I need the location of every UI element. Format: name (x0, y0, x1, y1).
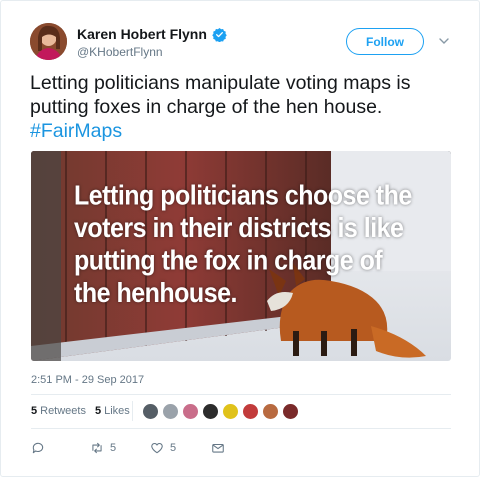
likes-stat[interactable]: 5 Likes (95, 405, 130, 417)
divider (31, 428, 451, 429)
liker-avatar[interactable] (242, 403, 259, 420)
direct-message-action[interactable] (211, 441, 225, 455)
engagement-stats: 5 Retweets 5 Likes (31, 405, 139, 417)
tweet-text: Letting politicians manipulate voting ma… (30, 71, 450, 143)
tweet-body: Letting politicians manipulate voting ma… (30, 72, 411, 118)
divider (31, 394, 451, 395)
chevron-down-icon[interactable] (437, 34, 451, 48)
image-caption: Letting politicians choose the voters in… (74, 180, 412, 309)
tweet-timestamp[interactable]: 2:51 PM - 29 Sep 2017 (31, 374, 144, 386)
reply-icon (32, 442, 44, 454)
hashtag-link[interactable]: #FairMaps (30, 120, 122, 142)
liker-avatars (142, 403, 302, 420)
likes-label: Likes (104, 405, 130, 417)
author-name-row: Karen Hobert Flynn (77, 26, 227, 42)
retweets-stat[interactable]: 5 Retweets (31, 405, 86, 417)
like-count: 5 (170, 442, 177, 454)
tweet-image[interactable]: Letting politicians choose the voters in… (31, 151, 451, 361)
author-avatar[interactable] (30, 23, 67, 60)
heart-icon (151, 443, 163, 454)
liker-avatar[interactable] (222, 403, 239, 420)
reply-action[interactable] (31, 441, 51, 455)
liker-avatar[interactable] (162, 403, 179, 420)
follow-button[interactable]: Follow (346, 28, 424, 55)
liker-avatar[interactable] (282, 403, 299, 420)
likes-count: 5 (94, 405, 102, 417)
author-name[interactable]: Karen Hobert Flynn (77, 26, 207, 42)
retweet-action[interactable]: 5 (90, 441, 116, 455)
liker-avatar[interactable] (142, 403, 159, 420)
retweet-icon (92, 442, 102, 454)
tweet-card: Karen Hobert Flynn @KHobertFlynn Follow … (0, 0, 480, 477)
retweets-label: Retweets (40, 405, 86, 417)
stats-separator (132, 401, 133, 421)
liker-avatar[interactable] (262, 403, 279, 420)
liker-avatar[interactable] (202, 403, 219, 420)
retweet-count: 5 (110, 442, 117, 454)
like-action[interactable]: 5 (150, 441, 176, 455)
retweets-count: 5 (31, 405, 38, 417)
liker-avatar[interactable] (182, 403, 199, 420)
tweet-actions: 5 5 (31, 441, 251, 457)
verified-badge-icon (212, 27, 227, 42)
envelope-icon (212, 443, 224, 453)
author-handle[interactable]: @KHobertFlynn (77, 45, 163, 59)
